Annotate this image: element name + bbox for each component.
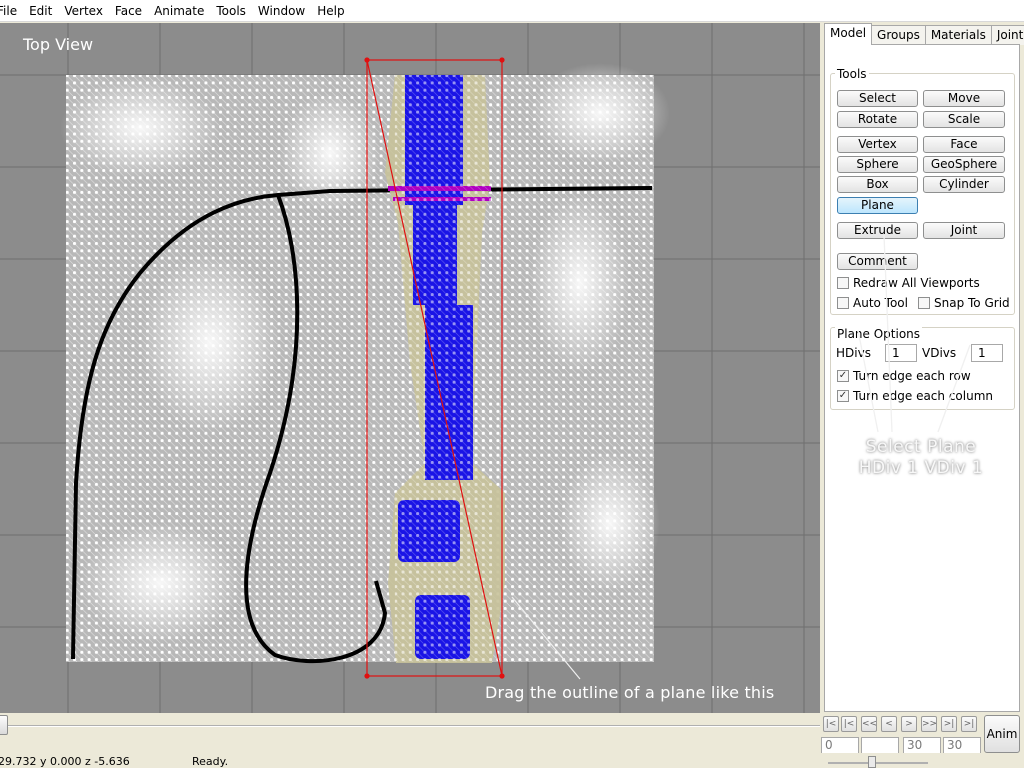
checkbox-label: Turn edge each column <box>853 389 993 403</box>
timeline-bar <box>0 713 820 753</box>
snap-to-grid-checkbox[interactable]: Snap To Grid <box>918 296 1010 310</box>
plane-button[interactable]: Plane <box>837 197 918 214</box>
joint-button[interactable]: Joint <box>923 222 1005 239</box>
turn-edge-column-checkbox[interactable]: ✓ Turn edge each column <box>837 389 993 403</box>
current-frame-field[interactable]: 0 <box>821 737 859 754</box>
vdivs-label: VDivs <box>922 346 957 360</box>
menu-edit[interactable]: Edit <box>23 0 58 22</box>
cylinder-button[interactable]: Cylinder <box>923 176 1005 193</box>
anim-button[interactable]: Anim <box>984 715 1020 753</box>
checkbox-label: Auto Tool <box>853 296 908 310</box>
step-back-icon[interactable]: < <box>881 716 897 732</box>
scale-button[interactable]: Scale <box>923 111 1005 128</box>
menu-animate[interactable]: Animate <box>148 0 210 22</box>
plane-options-title: Plane Options <box>835 327 923 341</box>
fast-forward-icon[interactable]: >> <box>921 716 937 732</box>
drag-annotation: Drag the outline of a plane like this <box>485 683 775 702</box>
checkbox-checked-icon[interactable]: ✓ <box>837 370 849 382</box>
geosphere-button[interactable]: GeoSphere <box>923 156 1005 173</box>
tool-panel: Model Groups Materials Joints Tools Sele… <box>821 23 1024 713</box>
extrude-button[interactable]: Extrude <box>837 222 918 239</box>
menu-vertex[interactable]: Vertex <box>58 0 109 22</box>
viewport-canvas[interactable] <box>0 23 820 713</box>
select-plane-callout: Select Plane HDiv 1 VDiv 1 <box>846 437 996 479</box>
vdivs-field[interactable]: 1 <box>971 344 1003 362</box>
checkbox-label: Turn edge each row <box>853 369 971 383</box>
checkbox-box[interactable] <box>918 297 930 309</box>
model-geometry <box>385 75 505 663</box>
rotate-button[interactable]: Rotate <box>837 111 918 128</box>
viewport-title: Top View <box>23 35 94 54</box>
status-message: Ready. <box>192 755 229 768</box>
auto-tool-checkbox[interactable]: Auto Tool <box>837 296 908 310</box>
face-button[interactable]: Face <box>923 136 1005 153</box>
tools-group-title: Tools <box>835 67 869 81</box>
menu-bar: File Edit Vertex Face Animate Tools Wind… <box>0 0 1024 22</box>
redraw-all-viewports-checkbox[interactable]: Redraw All Viewports <box>837 276 980 290</box>
tab-groups[interactable]: Groups <box>871 25 926 45</box>
select-button[interactable]: Select <box>837 90 918 107</box>
vertex-button[interactable]: Vertex <box>837 136 918 153</box>
checkbox-box[interactable] <box>837 297 849 309</box>
tab-joints[interactable]: Joints <box>990 25 1024 45</box>
tab-materials[interactable]: Materials <box>924 25 992 45</box>
turn-edge-row-checkbox[interactable]: ✓ Turn edge each row <box>837 369 971 383</box>
zoom-slider[interactable] <box>828 756 928 768</box>
last-frame-icon[interactable]: >| <box>961 716 977 732</box>
move-button[interactable]: Move <box>923 90 1005 107</box>
hdivs-field[interactable]: 1 <box>885 344 917 362</box>
first-frame-icon[interactable]: |< <box>823 716 839 732</box>
step-forward-icon[interactable]: > <box>901 716 917 732</box>
checkbox-label: Snap To Grid <box>934 296 1010 310</box>
menu-tools[interactable]: Tools <box>210 0 252 22</box>
next-keyframe-icon[interactable]: >| <box>941 716 957 732</box>
callout-line-1: Select Plane <box>865 437 977 457</box>
animation-controls: |< |< << < > >> >| >| 0 30 30 Anim <box>821 713 1024 754</box>
timeline-track[interactable] <box>0 725 820 727</box>
checkbox-box[interactable] <box>837 277 849 289</box>
end-frame-field-a[interactable]: 30 <box>903 737 941 754</box>
callout-line-2: HDiv 1 VDiv 1 <box>858 458 984 478</box>
top-view-viewport[interactable]: Top View Drag the outline of a plane lik… <box>0 23 820 713</box>
rewind-icon[interactable]: << <box>861 716 877 732</box>
tab-model[interactable]: Model <box>824 23 873 45</box>
prev-keyframe-icon[interactable]: |< <box>841 716 857 732</box>
checkbox-label: Redraw All Viewports <box>853 276 980 290</box>
frame-field-2[interactable] <box>861 737 899 754</box>
end-frame-field-b[interactable]: 30 <box>943 737 981 754</box>
hdivs-label: HDivs <box>836 346 871 360</box>
zoom-slider-thumb[interactable] <box>868 756 876 768</box>
box-button[interactable]: Box <box>837 176 918 193</box>
panel-tabs: Model Groups Materials Joints <box>824 23 1024 45</box>
model-tab-body: Tools Select Move Rotate Scale Vertex Fa… <box>824 44 1020 712</box>
status-bar: 29.732 y 0.000 z -5.636 Ready. <box>0 753 1024 768</box>
timeline-slider-thumb[interactable] <box>0 715 8 735</box>
sphere-button[interactable]: Sphere <box>837 156 918 173</box>
menu-file[interactable]: File <box>0 0 23 22</box>
menu-help[interactable]: Help <box>311 0 350 22</box>
cursor-coordinates: 29.732 y 0.000 z -5.636 <box>0 755 130 768</box>
menu-window[interactable]: Window <box>252 0 311 22</box>
reference-image <box>60 63 670 664</box>
menu-face[interactable]: Face <box>109 0 148 22</box>
comment-button[interactable]: Comment <box>837 253 918 270</box>
checkbox-checked-icon[interactable]: ✓ <box>837 390 849 402</box>
